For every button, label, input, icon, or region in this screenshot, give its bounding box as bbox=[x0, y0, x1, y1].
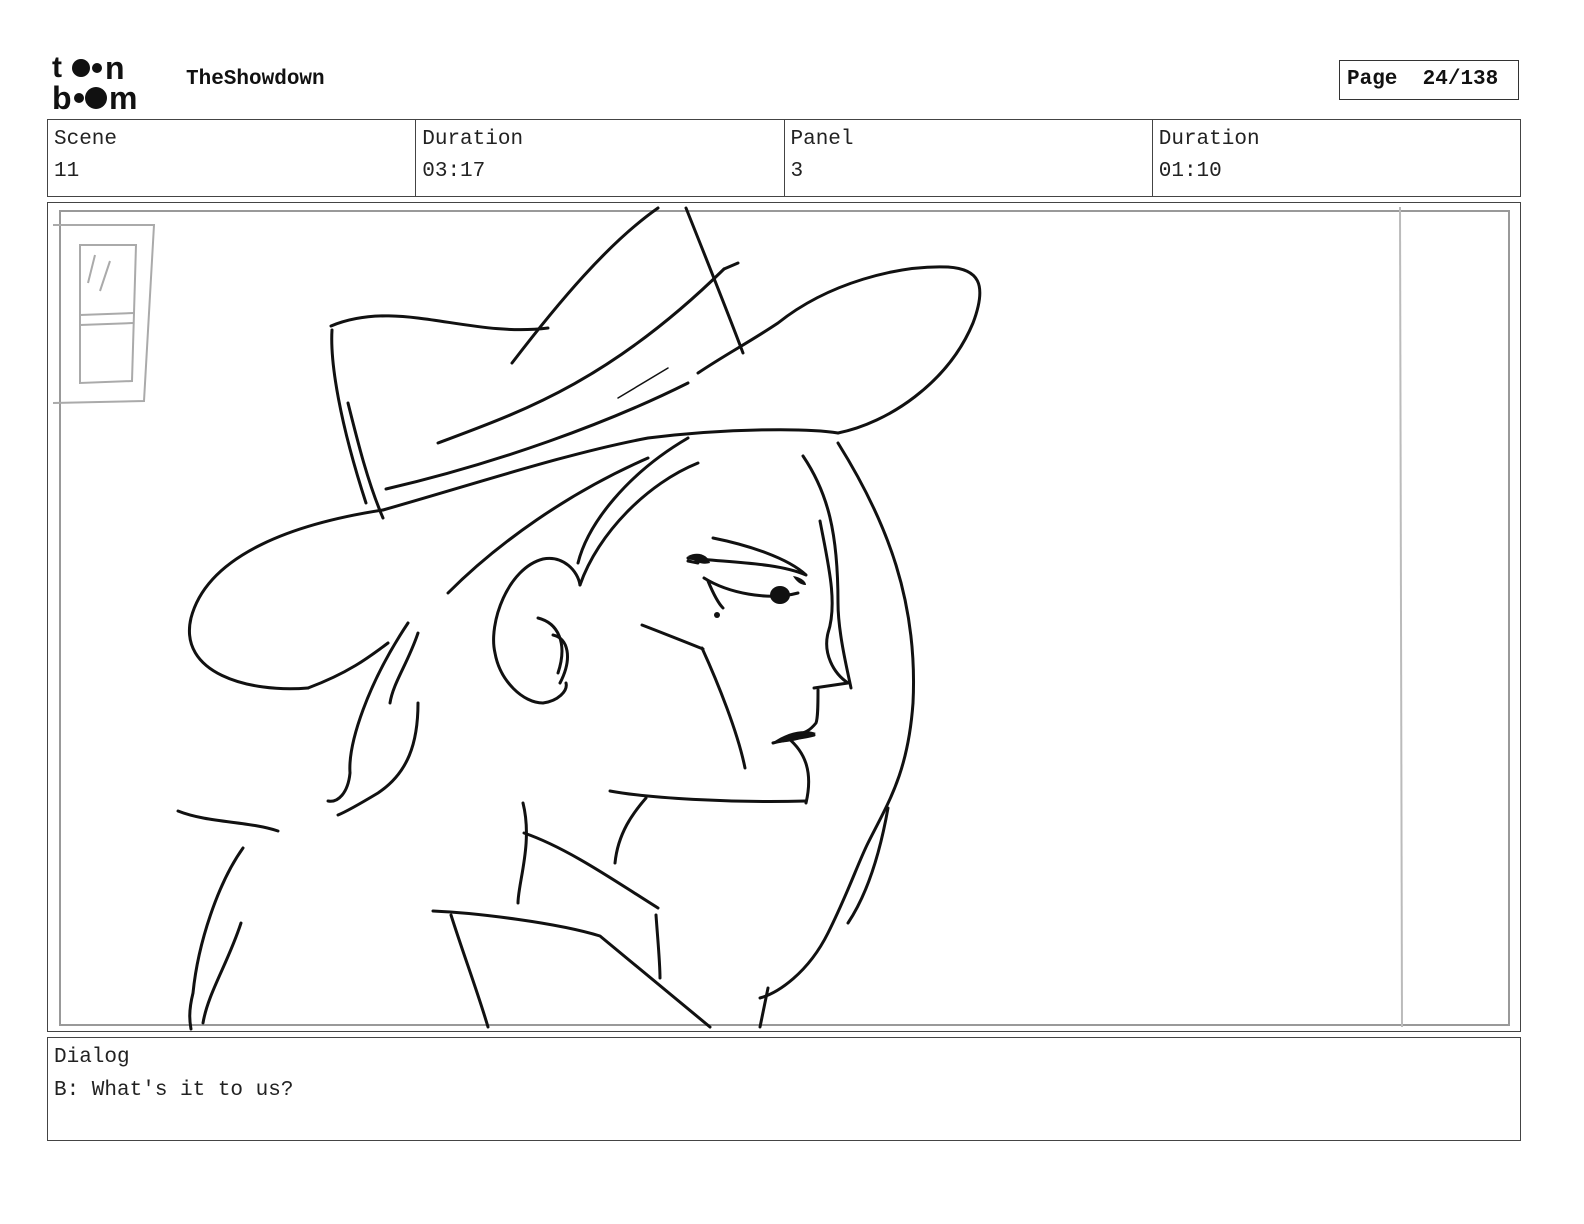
cowgirl-sketch bbox=[176, 206, 982, 1031]
dialog-text: B: What's it to us? bbox=[54, 1079, 294, 1102]
dialog-label: Dialog bbox=[54, 1046, 130, 1069]
scene-duration-cell: Duration 03:17 bbox=[416, 120, 785, 196]
window-sketch bbox=[52, 224, 156, 404]
scene-info-row: Scene 11 Duration 03:17 Panel 3 Duration… bbox=[47, 119, 1521, 197]
logo-mark: t n b m bbox=[52, 50, 137, 116]
svg-text:b: b bbox=[52, 80, 72, 112]
panel-duration-cell: Duration 01:10 bbox=[1153, 120, 1520, 196]
storyboard-panel bbox=[47, 202, 1521, 1032]
panel-label: Panel bbox=[790, 128, 854, 151]
panel-sketch bbox=[52, 206, 1510, 1031]
panel-duration-label: Duration bbox=[1158, 128, 1260, 151]
guide-line bbox=[1399, 206, 1403, 1028]
panel-duration-value: 01:10 bbox=[1158, 160, 1222, 183]
project-title: TheShowdown bbox=[186, 68, 325, 91]
svg-text:m: m bbox=[109, 80, 137, 112]
toon-boom-logo: t n b m bbox=[52, 50, 164, 116]
panel-cell: Panel 3 bbox=[785, 120, 1153, 196]
scene-value: 11 bbox=[54, 160, 80, 183]
dialog-box: Dialog B: What's it to us? bbox=[47, 1037, 1521, 1141]
page-label: Page bbox=[1347, 68, 1398, 91]
scene-label: Scene bbox=[54, 128, 118, 151]
scene-cell: Scene 11 bbox=[48, 120, 417, 196]
panel-value: 3 bbox=[790, 160, 804, 183]
page-number: 24/138 bbox=[1422, 68, 1499, 91]
page-indicator: Page 24/138 bbox=[1339, 60, 1519, 100]
scene-duration-value: 03:17 bbox=[422, 160, 486, 183]
scene-duration-label: Duration bbox=[422, 128, 524, 151]
safe-area-frame bbox=[59, 210, 1510, 1026]
